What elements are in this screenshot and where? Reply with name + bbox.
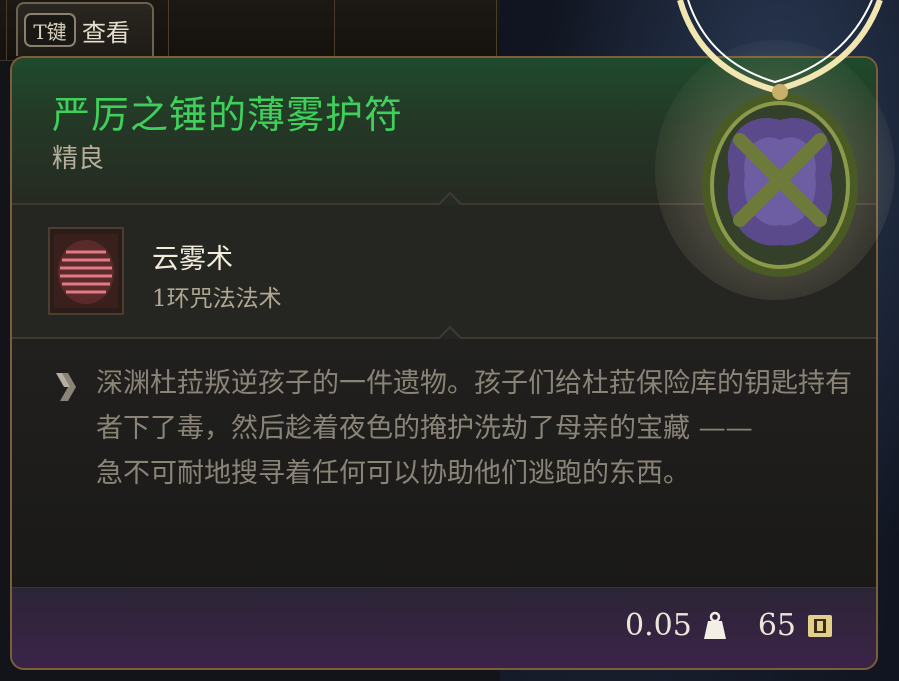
spell-name: 云雾术	[152, 244, 233, 275]
item-weight: 0.05	[625, 608, 692, 643]
fog-cloud-spell-icon	[48, 227, 124, 315]
t-key-badge: T键	[24, 13, 76, 47]
description-paragraph: 深渊杜菈叛逆孩子的一件遗物。孩子们给杜菈保险库的钥匙持有者下了毒，然后趁着夜色的…	[96, 368, 852, 444]
item-description: 深渊杜菈叛逆孩子的一件遗物。孩子们给杜菈保险库的钥匙持有者下了毒，然后趁着夜色的…	[96, 361, 856, 496]
spell-level: 1环咒法法术	[152, 286, 282, 312]
tooltip-footer: 0.05 65	[12, 587, 876, 668]
item-rarity: 精良	[52, 144, 105, 174]
view-label: 查看	[82, 18, 130, 47]
item-value: 65	[757, 608, 796, 643]
amulet-item-icon	[655, 0, 895, 300]
weight-icon	[703, 611, 726, 639]
description-section: 深渊杜菈叛逆孩子的一件遗物。孩子们给杜菈保险库的钥匙持有者下了毒，然后趁着夜色的…	[12, 339, 876, 591]
lore-quill-icon	[56, 373, 76, 401]
gold-coin-icon	[808, 614, 832, 637]
description-paragraph: 急不可耐地搜寻着任何可以协助他们逃跑的东西。	[96, 458, 690, 489]
item-name: 严厉之锤的薄雾护符	[52, 93, 404, 137]
view-details-tab[interactable]: T键 查看	[16, 2, 154, 56]
